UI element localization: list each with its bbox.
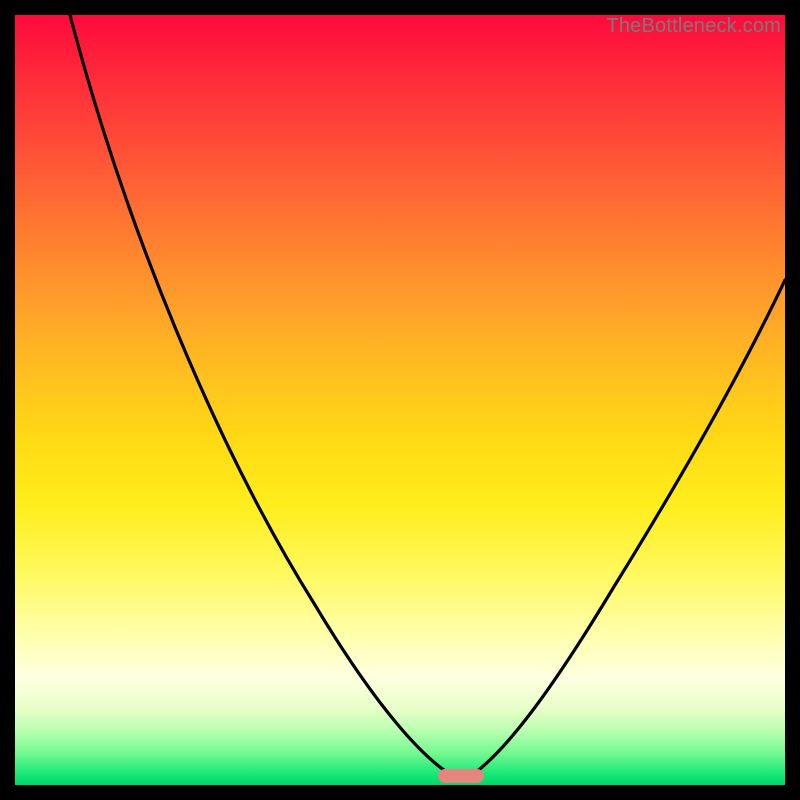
optimum-marker	[438, 769, 484, 783]
plot-area: TheBottleneck.com	[15, 15, 785, 785]
curve-right-branch	[465, 280, 785, 780]
chart-frame: TheBottleneck.com	[0, 0, 800, 800]
curve-left-branch	[70, 15, 460, 780]
bottleneck-curve	[15, 15, 785, 785]
